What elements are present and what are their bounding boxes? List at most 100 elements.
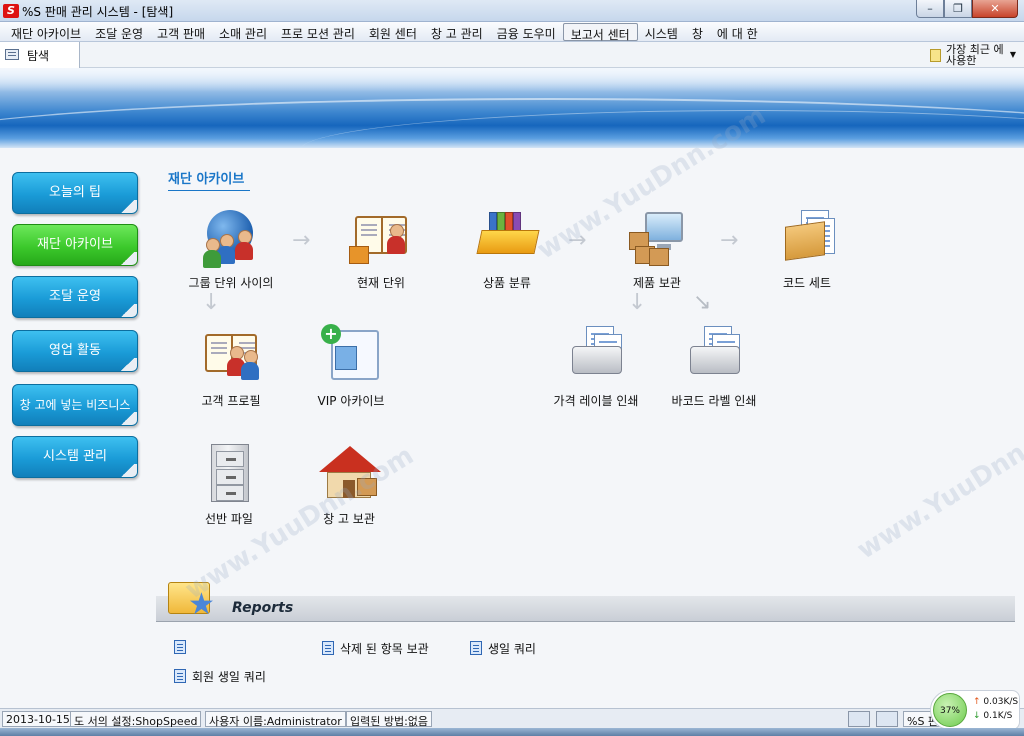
maximize-button[interactable]: ❐ (944, 0, 972, 18)
report-link-member-birthday-query[interactable]: 회원 생일 쿼리 (174, 668, 266, 685)
menu-promotion[interactable]: 프로 모션 관리 (274, 23, 362, 41)
title-bar: S %S 판매 관리 시스템 - [탐색] – ❐ ✕ (0, 0, 1024, 22)
node-price-label-print[interactable]: 가격 레이블 인쇄 (536, 324, 656, 409)
menu-member-center[interactable]: 회원 센터 (362, 23, 424, 41)
arrow-up-icon: ↑ (973, 697, 981, 707)
document-icon (174, 640, 186, 654)
arrow-right-icon: → (568, 228, 587, 253)
chevron-down-icon: ▼ (1009, 50, 1016, 59)
node-barcode-label-print[interactable]: 바코드 라벨 인쇄 (654, 324, 774, 409)
menu-retail[interactable]: 소매 관리 (212, 23, 274, 41)
close-button[interactable]: ✕ (972, 0, 1018, 18)
node-label: 코드 세트 (783, 276, 831, 290)
node-current-unit[interactable]: 현재 단위 (321, 206, 441, 291)
status-username: 사용자 이름:Administrator (205, 711, 346, 728)
sidebar-item-system-management[interactable]: 시스템 관리 (12, 436, 138, 478)
report-link-blank[interactable] (174, 640, 192, 655)
minimize-button[interactable]: – (916, 0, 944, 18)
node-label: 창 고 보관 (323, 512, 375, 526)
node-label: VIP 아카이브 (317, 394, 385, 408)
status-input-method: 입력된 방법:없음 (346, 711, 433, 728)
box-documents-icon (775, 206, 839, 268)
menu-window[interactable]: 창 (685, 23, 710, 41)
header-banner (0, 68, 1024, 148)
menu-system[interactable]: 시스템 (638, 23, 685, 41)
recent-used-dropdown[interactable]: 가장 최근 에 사용한 ▼ (928, 44, 1016, 68)
menu-about[interactable]: 에 대 한 (710, 23, 765, 41)
globe-people-icon (199, 206, 263, 268)
node-label: 상품 분류 (483, 276, 531, 290)
tab-label: 탐색 (27, 49, 50, 63)
recent-used-label: 가장 최근 에 사용한 (946, 43, 1004, 67)
tab-navigation[interactable]: 탐색 (0, 42, 80, 68)
node-product-storage[interactable]: 제품 보관 (597, 206, 717, 291)
reports-folder-star-icon: ★ (168, 574, 220, 622)
node-customer-profile[interactable]: 고객 프로필 (171, 324, 291, 409)
status-store-setting: 도 서의 설정:ShopSpeed (70, 711, 202, 728)
report-link-birthday-query[interactable]: 생일 쿼리 (470, 640, 536, 657)
file-cabinet-icon (197, 442, 261, 504)
arrow-diagonal-icon: ↘ (693, 290, 712, 315)
books-tray-icon (475, 206, 540, 268)
arrow-right-icon: → (720, 228, 739, 253)
sidebar-item-today-tip[interactable]: 오늘의 팁 (12, 172, 138, 214)
layout-icon[interactable] (848, 711, 870, 727)
report-link-deleted-items[interactable]: 삭제 된 항목 보관 (322, 640, 429, 657)
menu-procurement[interactable]: 조달 운영 (88, 23, 150, 41)
usage-percent: 37% (933, 693, 967, 727)
document-icon (470, 641, 482, 655)
menu-report-center[interactable]: 보고서 센터 (562, 23, 638, 42)
app-logo-icon: S (3, 4, 19, 18)
sidebar-item-warehouse-business[interactable]: 창 고에 넣는 비즈니스 (12, 384, 138, 426)
node-shelf-file[interactable]: 선반 파일 (169, 442, 289, 527)
taskbar (0, 728, 1024, 736)
panel-icon[interactable] (876, 711, 898, 727)
printer-icon (564, 324, 628, 386)
watermark: www.YuuDnn.com (852, 400, 1024, 566)
status-bar: 2013-10-15 도 서의 설정:ShopSpeed 사용자 이름:Admi… (0, 708, 1024, 728)
arrow-down-icon: ↓ (628, 290, 647, 315)
id-card-plus-icon: + (319, 324, 383, 386)
node-label: 바코드 라벨 인쇄 (671, 394, 757, 408)
menu-finance[interactable]: 금융 도우미 (490, 23, 563, 41)
arrow-right-icon: → (292, 228, 311, 253)
node-product-category[interactable]: 상품 분류 (447, 206, 567, 291)
node-code-set[interactable]: 코드 세트 (747, 206, 867, 291)
main-panel: 오늘의 팁 재단 아카이브 조달 운영 영업 활동 창 고에 넣는 비즈니스 시… (0, 101, 1024, 708)
status-date: 2013-10-15 (2, 711, 74, 727)
node-label: 가격 레이블 인쇄 (553, 394, 639, 408)
section-title: 재단 아카이브 (168, 168, 250, 191)
book-person-icon (349, 206, 413, 268)
window-controls: – ❐ ✕ (916, 0, 1018, 19)
network-speed-widget[interactable]: 37% ↑ 0.03K/S ↓ 0.1K/S (930, 690, 1020, 730)
book-people-icon (199, 324, 263, 386)
window-list-icon (5, 49, 19, 60)
node-vip-archive[interactable]: + VIP 아카이브 (291, 324, 411, 409)
menu-bar: 재단 아카이브 조달 운영 고객 판매 소매 관리 프로 모션 관리 회원 센터… (0, 22, 1024, 42)
printer-icon (682, 324, 746, 386)
warehouse-house-icon (317, 442, 381, 504)
window-title: %S 판매 관리 시스템 - [탐색] (22, 5, 174, 19)
sidebar-item-sales-activity[interactable]: 영업 활동 (12, 330, 138, 372)
arrow-down-icon: ↓ (973, 711, 981, 721)
tab-strip: 탐색 가장 최근 에 사용한 ▼ (0, 42, 1024, 68)
node-group-unit[interactable]: 그룹 단위 사이의 (171, 206, 291, 291)
node-label: 현재 단위 (357, 276, 405, 290)
upload-speed: ↑ 0.03K/S (973, 697, 1019, 707)
node-label: 제품 보관 (633, 276, 681, 290)
reports-title: Reports (232, 600, 294, 616)
menu-foundation-archive[interactable]: 재단 아카이브 (4, 23, 88, 41)
menu-warehouse[interactable]: 창 고 관리 (424, 23, 490, 41)
arrow-down-icon: ↓ (202, 290, 221, 315)
sidebar-item-foundation-archive[interactable]: 재단 아카이브 (12, 224, 138, 266)
download-speed: ↓ 0.1K/S (973, 711, 1013, 721)
node-label: 선반 파일 (205, 512, 253, 526)
node-label: 고객 프로필 (201, 394, 261, 408)
document-icon (322, 641, 334, 655)
note-icon (930, 49, 941, 62)
node-label: 그룹 단위 사이의 (188, 276, 274, 290)
sidebar-item-procurement[interactable]: 조달 운영 (12, 276, 138, 318)
menu-customer-sales[interactable]: 고객 판매 (150, 23, 212, 41)
document-icon (174, 669, 186, 683)
node-warehouse-storage[interactable]: 창 고 보관 (289, 442, 409, 527)
